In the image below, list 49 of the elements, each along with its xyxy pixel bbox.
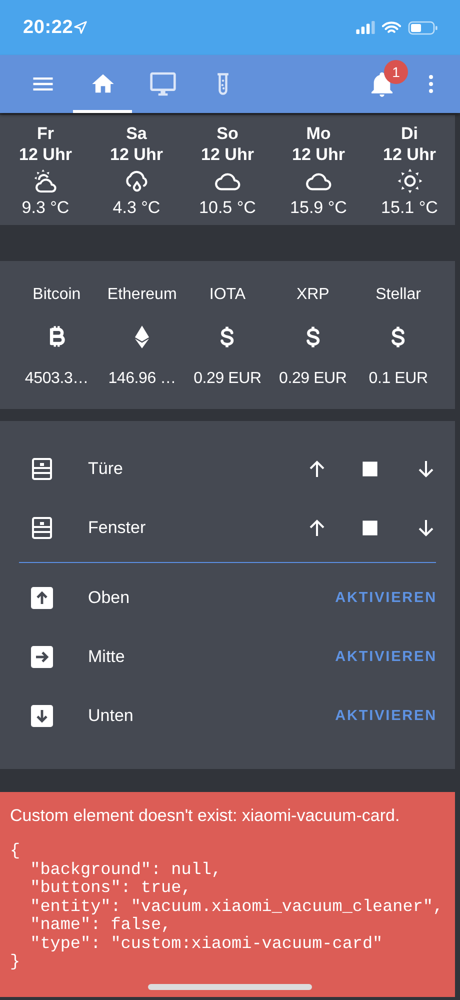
sun-cloud-icon [32,167,60,195]
coin-price: 4503.3… [24,369,88,389]
forecast-temperature: 15.1 °C [381,197,438,219]
activate-button[interactable]: AKTIVIEREN [335,648,437,664]
forecast-time: 12 Uhr [19,144,72,165]
forecast-temperature: 4.3 °C [112,197,160,219]
forecast-day: Mo [306,123,331,144]
signal-icon [356,21,375,34]
notification-badge: 1 [384,60,408,84]
coin-price: 0.1 EUR [368,369,428,389]
coin-name: Ethereum [107,285,177,305]
activate-button[interactable]: AKTIVIEREN [335,590,437,606]
window-shutter-icon [30,456,54,482]
battery-icon [408,20,438,34]
coin-name: Stellar [376,285,421,305]
coin-name: XRP [296,285,330,305]
coin-price: 146.96 … [108,369,176,389]
scene-name: Mitte [88,646,125,666]
forecast-time: 12 Uhr [292,144,345,165]
cover-name: Türe [88,458,123,478]
wifi-icon [382,20,401,34]
activate-button[interactable]: AKTIVIEREN [335,708,437,724]
arrow-right-box-icon [30,644,54,668]
forecast-temperature: 10.5 °C [199,197,256,219]
forecast-temperature: 9.3 °C [22,197,70,219]
monitor-icon [148,70,176,98]
forecast-time: 12 Uhr [110,144,163,165]
coin-name: Bitcoin [32,285,81,305]
error-message: Custom element doesn't exist: xiaomi-vacuum-card. [10,806,401,826]
coin-price: 0.29 EUR [279,369,347,389]
sun-icon [396,167,424,195]
coin-price: 0.29 EUR [194,369,262,389]
forecast-time: 12 Uhr [383,144,436,165]
forecast-day: Sa [126,123,147,144]
scene-name: Oben [88,588,130,608]
card-config-code: { "background": null, "buttons": true, "entity": "vacuum.xiaomi_vacuum_cleaner", "name": false, "type": "custom:xiaomi-vacuum-card" } [10,843,444,972]
scene-name: Unten [88,706,134,726]
clock-time: 20:22 [23,16,74,38]
location-arrow-icon [73,20,88,35]
arrow-up-box-icon [30,586,54,610]
cover-name: Fenster [88,518,146,538]
forecast-day: So [216,123,238,144]
forecast-time: 12 Uhr [201,144,254,165]
forecast-day: Fr [37,123,54,144]
forecast-temperature: 15.9 °C [290,197,347,219]
forecast-day: Di [401,123,418,144]
coin-name: IOTA [209,285,246,305]
window-shutter-icon [30,514,54,540]
arrow-down-box-icon [30,704,54,728]
